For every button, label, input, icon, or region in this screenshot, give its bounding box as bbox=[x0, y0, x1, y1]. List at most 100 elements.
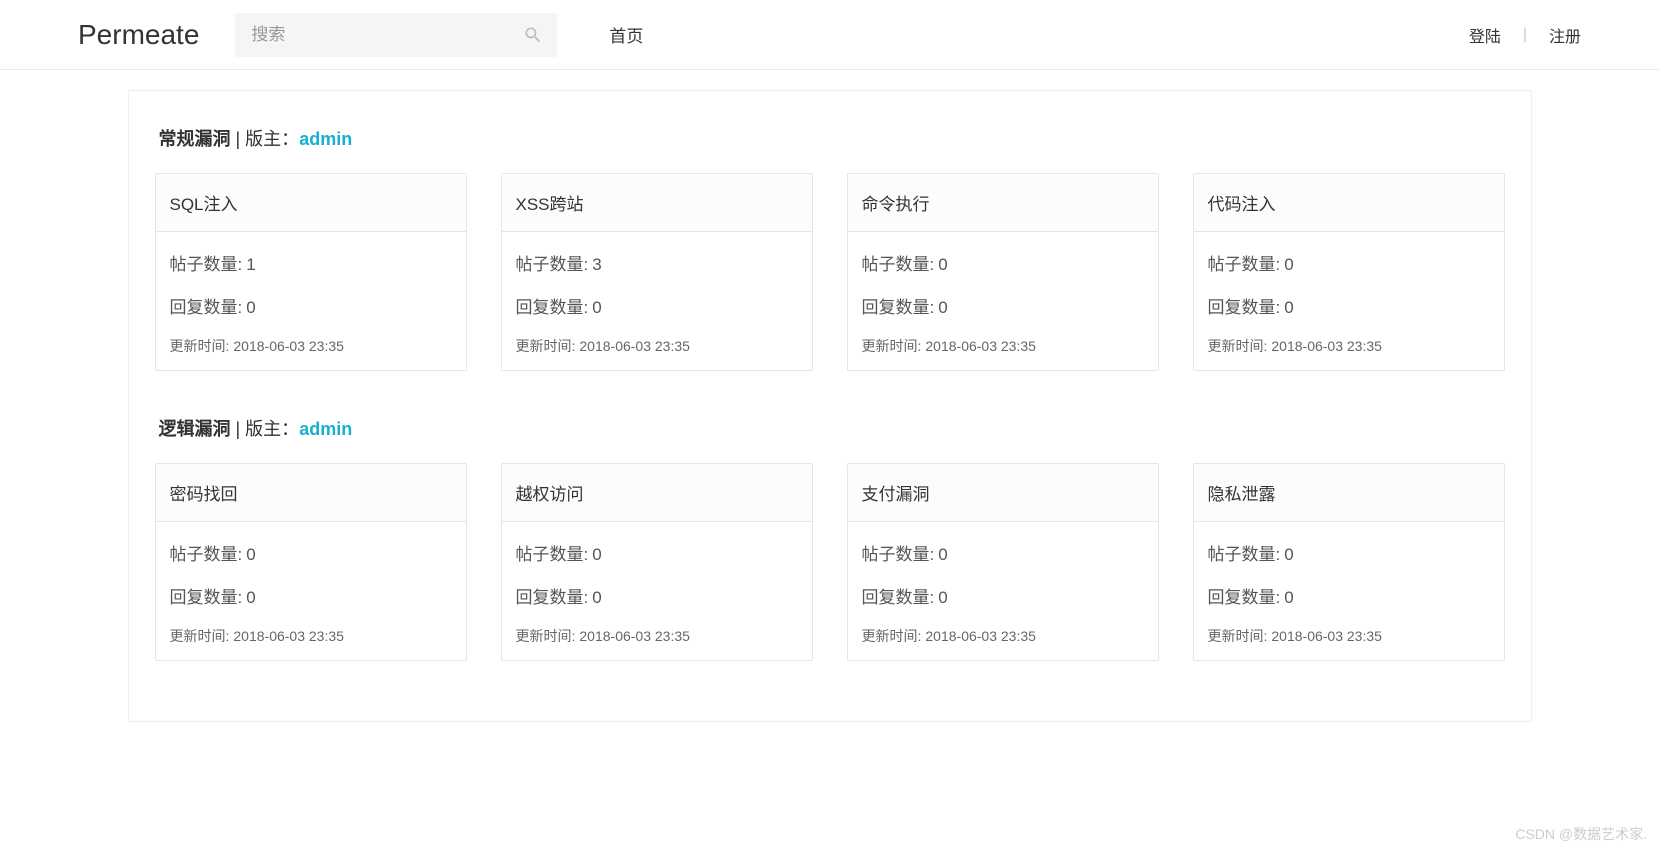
updated-label: 更新时间: bbox=[170, 338, 230, 354]
updated-value: 2018-06-03 23:35 bbox=[925, 628, 1036, 644]
posts-row: 帖子数量:0 bbox=[862, 250, 1144, 275]
replies-row: 回复数量:0 bbox=[516, 293, 798, 318]
posts-value: 0 bbox=[1284, 545, 1293, 564]
header: Permeate 首页 登陆 | 注册 bbox=[0, 0, 1659, 70]
replies-row: 回复数量:0 bbox=[170, 583, 452, 608]
section-name: 常规漏洞 bbox=[159, 129, 231, 149]
posts-row: 帖子数量:1 bbox=[170, 250, 452, 275]
cards-grid: 密码找回帖子数量:0回复数量:0更新时间:2018-06-03 23:35越权访… bbox=[155, 463, 1505, 661]
replies-label: 回复数量: bbox=[862, 298, 935, 317]
updated-label: 更新时间: bbox=[516, 338, 576, 354]
cards-grid: SQL注入帖子数量:1回复数量:0更新时间:2018-06-03 23:35XS… bbox=[155, 173, 1505, 371]
updated-label: 更新时间: bbox=[862, 628, 922, 644]
updated-row: 更新时间:2018-06-03 23:35 bbox=[170, 336, 452, 356]
replies-value: 0 bbox=[592, 298, 601, 317]
card: 密码找回帖子数量:0回复数量:0更新时间:2018-06-03 23:35 bbox=[155, 463, 467, 661]
replies-label: 回复数量: bbox=[1208, 298, 1281, 317]
card-title[interactable]: 隐私泄露 bbox=[1194, 464, 1504, 522]
replies-value: 0 bbox=[938, 588, 947, 607]
updated-label: 更新时间: bbox=[862, 338, 922, 354]
card-title[interactable]: 密码找回 bbox=[156, 464, 466, 522]
section-title: 逻辑漏洞 | 版主：admin bbox=[155, 415, 1505, 441]
section: 常规漏洞 | 版主：adminSQL注入帖子数量:1回复数量:0更新时间:201… bbox=[155, 125, 1505, 371]
replies-row: 回复数量:0 bbox=[170, 293, 452, 318]
replies-label: 回复数量: bbox=[170, 298, 243, 317]
posts-value: 0 bbox=[1284, 255, 1293, 274]
section-name: 逻辑漏洞 bbox=[159, 419, 231, 439]
replies-value: 0 bbox=[1284, 588, 1293, 607]
card-body: 帖子数量:0回复数量:0更新时间:2018-06-03 23:35 bbox=[848, 232, 1158, 370]
card-title[interactable]: XSS跨站 bbox=[502, 174, 812, 232]
replies-label: 回复数量: bbox=[516, 298, 589, 317]
replies-label: 回复数量: bbox=[862, 588, 935, 607]
updated-label: 更新时间: bbox=[170, 628, 230, 644]
search-box bbox=[235, 13, 557, 57]
section-admin-link[interactable]: admin bbox=[299, 419, 352, 439]
updated-row: 更新时间:2018-06-03 23:35 bbox=[516, 626, 798, 646]
search-icon[interactable] bbox=[523, 25, 543, 45]
posts-label: 帖子数量: bbox=[516, 255, 589, 274]
posts-label: 帖子数量: bbox=[862, 255, 935, 274]
updated-value: 2018-06-03 23:35 bbox=[1271, 338, 1382, 354]
updated-label: 更新时间: bbox=[1208, 338, 1268, 354]
login-link[interactable]: 登陆 bbox=[1469, 23, 1501, 47]
updated-row: 更新时间:2018-06-03 23:35 bbox=[862, 626, 1144, 646]
card: 命令执行帖子数量:0回复数量:0更新时间:2018-06-03 23:35 bbox=[847, 173, 1159, 371]
replies-row: 回复数量:0 bbox=[516, 583, 798, 608]
section-owner-label: | 版主： bbox=[231, 419, 300, 439]
brand[interactable]: Permeate bbox=[78, 19, 199, 51]
replies-value: 0 bbox=[592, 588, 601, 607]
posts-label: 帖子数量: bbox=[170, 255, 243, 274]
updated-value: 2018-06-03 23:35 bbox=[1271, 628, 1382, 644]
auth-separator: | bbox=[1523, 26, 1527, 44]
main-content: 常规漏洞 | 版主：adminSQL注入帖子数量:1回复数量:0更新时间:201… bbox=[128, 90, 1532, 722]
card-title[interactable]: 支付漏洞 bbox=[848, 464, 1158, 522]
posts-value: 0 bbox=[938, 255, 947, 274]
card-body: 帖子数量:0回复数量:0更新时间:2018-06-03 23:35 bbox=[848, 522, 1158, 660]
replies-row: 回复数量:0 bbox=[862, 293, 1144, 318]
card-title[interactable]: 越权访问 bbox=[502, 464, 812, 522]
posts-value: 0 bbox=[938, 545, 947, 564]
posts-row: 帖子数量:0 bbox=[170, 540, 452, 565]
card: 隐私泄露帖子数量:0回复数量:0更新时间:2018-06-03 23:35 bbox=[1193, 463, 1505, 661]
section-title: 常规漏洞 | 版主：admin bbox=[155, 125, 1505, 151]
updated-value: 2018-06-03 23:35 bbox=[233, 628, 344, 644]
updated-row: 更新时间:2018-06-03 23:35 bbox=[862, 336, 1144, 356]
replies-value: 0 bbox=[246, 298, 255, 317]
card-title[interactable]: SQL注入 bbox=[156, 174, 466, 232]
replies-value: 0 bbox=[938, 298, 947, 317]
card-body: 帖子数量:0回复数量:0更新时间:2018-06-03 23:35 bbox=[502, 522, 812, 660]
section: 逻辑漏洞 | 版主：admin密码找回帖子数量:0回复数量:0更新时间:2018… bbox=[155, 415, 1505, 661]
card-title[interactable]: 代码注入 bbox=[1194, 174, 1504, 232]
posts-value: 0 bbox=[592, 545, 601, 564]
replies-row: 回复数量:0 bbox=[1208, 583, 1490, 608]
replies-value: 0 bbox=[1284, 298, 1293, 317]
posts-row: 帖子数量:0 bbox=[1208, 250, 1490, 275]
card-body: 帖子数量:3回复数量:0更新时间:2018-06-03 23:35 bbox=[502, 232, 812, 370]
replies-value: 0 bbox=[246, 588, 255, 607]
nav-home[interactable]: 首页 bbox=[609, 22, 643, 47]
updated-value: 2018-06-03 23:35 bbox=[925, 338, 1036, 354]
posts-row: 帖子数量:3 bbox=[516, 250, 798, 275]
posts-label: 帖子数量: bbox=[170, 545, 243, 564]
replies-label: 回复数量: bbox=[516, 588, 589, 607]
replies-label: 回复数量: bbox=[170, 588, 243, 607]
updated-label: 更新时间: bbox=[1208, 628, 1268, 644]
posts-value: 3 bbox=[592, 255, 601, 274]
search-input[interactable] bbox=[235, 13, 557, 57]
updated-label: 更新时间: bbox=[516, 628, 576, 644]
updated-row: 更新时间:2018-06-03 23:35 bbox=[1208, 336, 1490, 356]
replies-row: 回复数量:0 bbox=[862, 583, 1144, 608]
replies-row: 回复数量:0 bbox=[1208, 293, 1490, 318]
card: SQL注入帖子数量:1 回复数量:0 更新时间:2018-06-03 23:35 bbox=[155, 173, 467, 371]
posts-label: 帖子数量: bbox=[862, 545, 935, 564]
register-link[interactable]: 注册 bbox=[1549, 23, 1581, 47]
section-admin-link[interactable]: admin bbox=[299, 129, 352, 149]
posts-value: 0 bbox=[246, 545, 255, 564]
posts-label: 帖子数量: bbox=[1208, 255, 1281, 274]
card: 越权访问帖子数量:0回复数量:0更新时间:2018-06-03 23:35 bbox=[501, 463, 813, 661]
posts-label: 帖子数量: bbox=[1208, 545, 1281, 564]
watermark: CSDN @数据艺术家. bbox=[1515, 824, 1647, 844]
card-body: 帖子数量:1 回复数量:0 更新时间:2018-06-03 23:35 bbox=[156, 232, 466, 370]
card-title[interactable]: 命令执行 bbox=[848, 174, 1158, 232]
